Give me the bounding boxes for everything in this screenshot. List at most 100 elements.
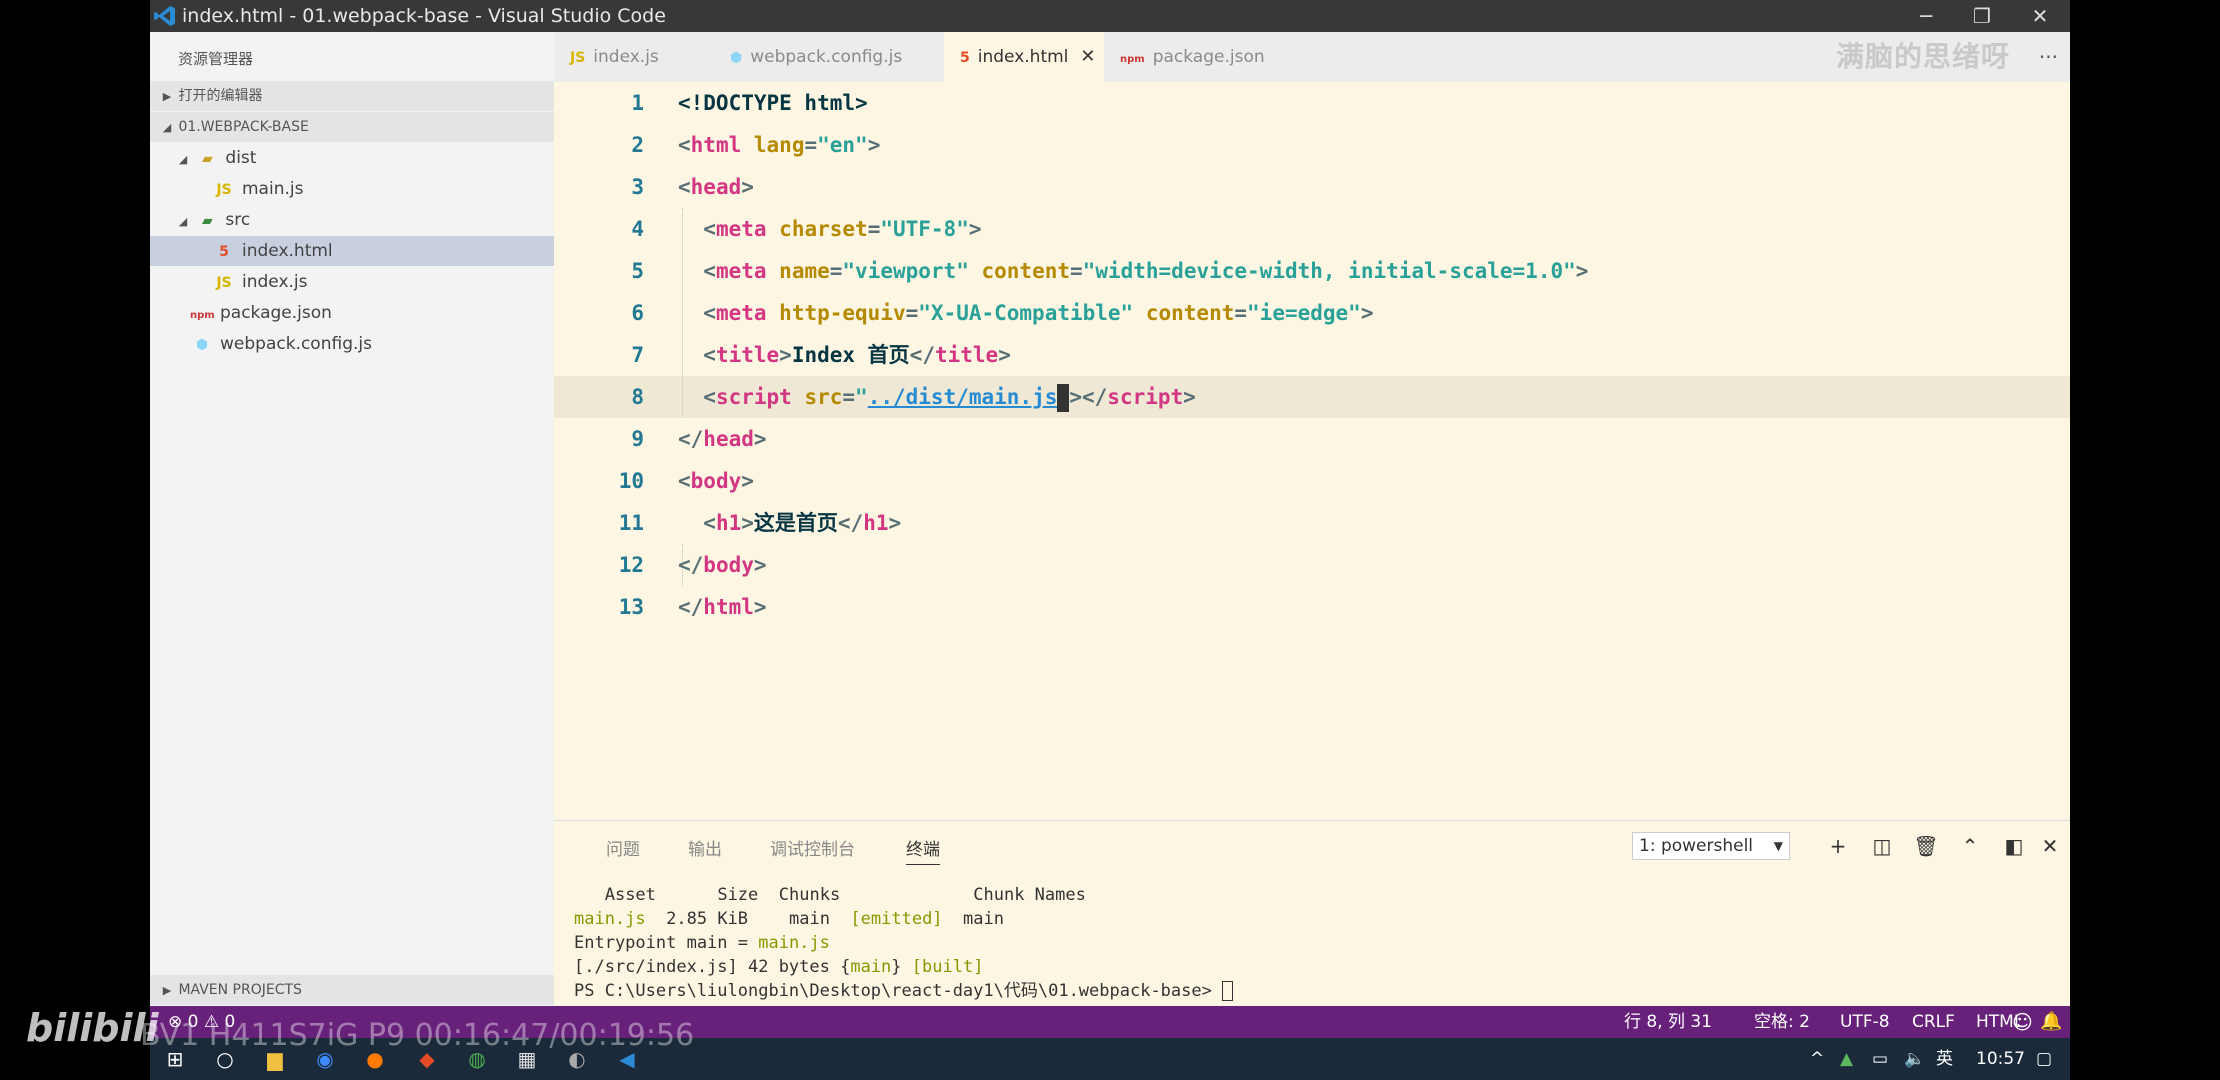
title-bar: index.html - 01.webpack-base - Visual St… <box>150 0 2070 32</box>
tree-item-main-js[interactable]: JS main.js <box>150 174 616 204</box>
volume-icon[interactable]: 🔈 <box>1904 1038 1925 1080</box>
tray-chevron-up-icon[interactable]: ^ <box>1810 1038 1824 1080</box>
code-editor[interactable]: 1 2 3 4 5 6 7 8 9 10 11 12 13 <!DOCTYPE … <box>554 82 2070 820</box>
action-center-icon[interactable]: ▢ <box>2036 1038 2052 1080</box>
feedback-smiley-icon[interactable]: ☺ <box>2012 1006 2033 1038</box>
line-number: 3 <box>631 175 644 199</box>
line-number: 4 <box>631 217 644 241</box>
text-cursor <box>1057 384 1070 412</box>
tab-debug-console[interactable]: 调试控制台 <box>770 835 855 860</box>
vscode-logo-icon <box>154 6 175 26</box>
tree-item-dist[interactable]: ◢ ▰ dist <box>150 143 580 173</box>
folder-src-icon: ▰ <box>202 213 213 229</box>
term-entrypoint: Entrypoint main = main.js <box>574 933 830 953</box>
code-line-10: <body> <box>678 469 754 493</box>
line-ending[interactable]: CRLF <box>1912 1006 1955 1038</box>
close-tab-icon[interactable]: ✕ <box>1080 32 1095 82</box>
bell-icon[interactable]: 🔔 <box>2040 1006 2062 1038</box>
tree-item-src[interactable]: ◢ ▰ src <box>150 205 580 235</box>
webpack-file-icon: ⬢ <box>730 50 743 66</box>
chevron-down-icon: ◢ <box>178 153 188 166</box>
tree-item-package-json[interactable]: npm package.json <box>150 298 594 328</box>
cursor-position[interactable]: 行 8, 列 31 <box>1624 1006 1712 1038</box>
tab-output[interactable]: 输出 <box>688 835 722 860</box>
line-number: 8 <box>631 385 644 409</box>
maximize-panel-icon[interactable]: ◧ <box>2000 831 2028 861</box>
tab-label: index.html <box>977 47 1069 67</box>
line-number: 11 <box>618 511 644 535</box>
maven-projects-section[interactable]: ▶ MAVEN PROJECTS <box>150 975 564 1005</box>
js-file-icon: JS <box>216 182 232 198</box>
code-line-8: <script src="../dist/main.js ></script> <box>678 376 1196 418</box>
editor-tabs: JS index.js ⬢ webpack.config.js 5 index.htm… <box>554 32 2070 82</box>
tray-app-icon[interactable]: ▲ <box>1840 1038 1853 1080</box>
tree-item-label: index.js <box>242 272 308 292</box>
tree-item-webpack-config[interactable]: ⬢ webpack.config.js <box>150 329 594 359</box>
video-id-timestamp: BV1 H411S7iG P9 00:16:47/00:19:56 <box>140 1018 695 1053</box>
line-number: 10 <box>618 469 644 493</box>
code-line-3: <head> <box>678 175 754 199</box>
encoding[interactable]: UTF-8 <box>1840 1006 1890 1038</box>
code-line-4: <meta charset="UTF-8"> <box>678 217 982 241</box>
line-number: 7 <box>631 343 644 367</box>
tree-item-label: webpack.config.js <box>220 334 372 354</box>
vscode-window: index.html - 01.webpack-base - Visual St… <box>150 0 2070 1080</box>
webpack-file-icon: ⬢ <box>195 337 209 353</box>
code-line-11: <h1>这是首页</h1> <box>678 511 902 535</box>
clock[interactable]: 10:57 <box>1976 1038 2025 1080</box>
code-line-13: </html> <box>678 595 767 619</box>
line-number: 6 <box>631 301 644 325</box>
more-actions-icon[interactable]: ··· <box>2039 32 2058 82</box>
chevron-down-icon: ◢ <box>162 121 172 134</box>
minimize-button[interactable]: ─ <box>1898 0 1954 32</box>
terminal-output[interactable]: Asset Size Chunks Chunk Names main.js 2.… <box>574 883 1234 1003</box>
js-file-icon: JS <box>570 50 586 66</box>
tree-item-index-js[interactable]: JS index.js <box>150 267 616 297</box>
network-icon[interactable]: ▭ <box>1872 1038 1888 1080</box>
bilibili-logo: bilibili <box>26 1006 159 1050</box>
tab-terminal[interactable]: 终端 <box>906 835 940 865</box>
tab-index-html[interactable]: 5 index.html ✕ <box>944 32 1104 82</box>
close-window-button[interactable]: ✕ <box>2012 0 2068 32</box>
ime-indicator[interactable]: 英 <box>1936 1038 1953 1080</box>
line-number: 1 <box>631 91 644 115</box>
explorer-sidebar: 资源管理器 ▶ 打开的编辑器 ◢ 01.WEBPACK-BASE ◢ ▰ dist… <box>150 32 616 1007</box>
term-prompt: PS C:\Users\liulongbin\Desktop\react-day… <box>574 981 1234 1001</box>
trash-icon[interactable]: 🗑 <box>1912 831 1940 861</box>
tree-item-index-html[interactable]: 5 index.html <box>150 236 616 266</box>
tab-label: package.json <box>1152 47 1265 67</box>
code-line-5: <meta name="viewport" content="width=dev… <box>678 259 1589 283</box>
chevron-down-icon: ▼ <box>1773 839 1783 853</box>
open-editors-section[interactable]: ▶ 打开的编辑器 <box>150 81 564 111</box>
tab-problems[interactable]: 问题 <box>606 835 640 860</box>
uploader-watermark: 满脑的思绪呀 <box>1835 40 2010 73</box>
chevron-right-icon: ▶ <box>162 90 172 103</box>
window-title: index.html - 01.webpack-base - Visual St… <box>182 5 666 27</box>
tab-label: index.js <box>593 47 659 67</box>
project-label: 01.WEBPACK-BASE <box>178 119 309 135</box>
code-line-6: <meta http-equiv="X-UA-Compatible" conte… <box>678 301 1374 325</box>
tree-item-label: package.json <box>220 303 332 323</box>
js-file-icon: JS <box>216 275 232 291</box>
new-terminal-plus-icon[interactable]: + <box>1824 831 1852 861</box>
chevron-up-icon[interactable]: ⌃ <box>1956 831 1984 861</box>
split-terminal-icon[interactable]: ◫ <box>1868 831 1896 861</box>
tab-webpack-config[interactable]: ⬢ webpack.config.js <box>714 32 944 82</box>
terminal-select[interactable]: 1: powershell ▼ <box>1632 832 1790 860</box>
term-src-line: [./src/index.js] 42 bytes {main} [built] <box>574 957 984 977</box>
line-number: 9 <box>631 427 644 451</box>
tree-item-label: main.js <box>242 179 304 199</box>
line-number: 2 <box>631 133 644 157</box>
close-panel-icon[interactable]: ✕ <box>2036 831 2064 861</box>
term-header: Asset Size Chunks Chunk Names <box>604 885 1086 905</box>
project-section[interactable]: ◢ 01.WEBPACK-BASE <box>150 112 564 142</box>
terminal-select-value: 1: powershell <box>1639 836 1754 856</box>
bottom-panel: 问题 输出 调试控制台 终端 1: powershell ▼ + ◫ 🗑 ⌃ ◧… <box>554 820 2070 1007</box>
restore-button[interactable]: ❐ <box>1954 0 2010 32</box>
indentation[interactable]: 空格: 2 <box>1754 1006 1810 1038</box>
tab-package-json[interactable]: npm package.json <box>1104 32 1294 82</box>
code-line-12: </body> <box>678 553 767 577</box>
folder-dist-icon: ▰ <box>202 151 213 167</box>
maven-label: MAVEN PROJECTS <box>178 982 302 998</box>
tab-index-js[interactable]: JS index.js <box>554 32 714 82</box>
